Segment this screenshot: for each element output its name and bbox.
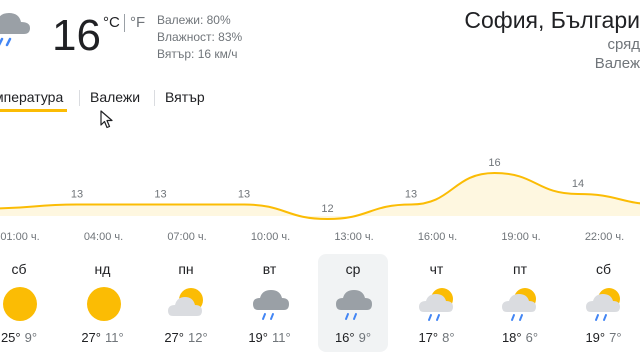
precipitation-detail: Валежи: 80% — [157, 13, 231, 27]
location-title: София, Българи — [464, 7, 640, 33]
forecast-day[interactable]: сб 25° 9° — [0, 254, 54, 352]
forecast-day[interactable]: вт 19° 11° — [235, 254, 305, 352]
partly-cloudy-icon — [167, 284, 207, 324]
sun-rain-cloud-icon — [585, 284, 625, 324]
temperature-area — [0, 173, 640, 219]
sunny-icon — [84, 284, 124, 324]
day-name: нд — [94, 261, 111, 277]
day-temperatures: 19° 11° — [235, 330, 305, 346]
selected-tab-indicator — [0, 109, 67, 112]
current-weather-icon — [0, 4, 40, 54]
high-temperature: 27° — [81, 330, 101, 345]
day-name: сб — [595, 261, 612, 277]
day-temperatures: 16° 9° — [318, 330, 388, 346]
temperature-data-label: 14 — [572, 178, 584, 190]
tab-divider — [79, 90, 80, 106]
day-name: вт — [262, 261, 277, 277]
rain-cloud-icon — [251, 284, 291, 324]
high-temperature: 18° — [501, 330, 522, 345]
hour-label: 01:00 ч. — [0, 231, 40, 243]
low-temperature: 9° — [358, 330, 372, 345]
day-temperatures: 17° 8° — [402, 330, 472, 346]
hour-label: 22:00 ч. — [584, 231, 625, 243]
current-day: сряд — [607, 36, 640, 53]
day-name: пн — [178, 261, 194, 277]
hour-label: 19:00 ч. — [501, 231, 541, 243]
tab-divider — [154, 90, 155, 106]
forecast-day[interactable]: пт 18° 6° — [485, 254, 555, 352]
day-temperatures: 19° 7° — [569, 330, 639, 346]
day-temperatures: 25° 9° — [0, 330, 54, 346]
temperature-data-label: 13 — [405, 189, 417, 201]
forecast-day[interactable]: сб 19° 7° — [569, 254, 639, 352]
high-temperature: 25° — [0, 330, 21, 345]
forecast-day[interactable]: пн 27° 12° — [151, 254, 221, 352]
high-temperature: 16° — [334, 330, 355, 345]
day-name: пт — [513, 261, 527, 277]
sun-rain-cloud-icon — [501, 284, 541, 324]
low-temperature: 8° — [442, 330, 455, 345]
hour-label: 10:00 ч. — [250, 231, 291, 243]
current-temperature: 16 — [52, 11, 101, 60]
sunny-icon — [0, 284, 40, 324]
day-temperatures: 18° 6° — [485, 330, 555, 346]
tab-temperature[interactable]: мпература — [0, 88, 63, 106]
day-name: сб — [11, 261, 27, 277]
low-temperature: 12° — [188, 330, 208, 345]
wind-detail: Вятър: 16 км/ч — [157, 47, 238, 61]
high-temperature: 19° — [248, 330, 268, 345]
low-temperature: 11° — [104, 330, 124, 345]
temperature-data-label: 13 — [238, 189, 250, 201]
forecast-day[interactable]: нд 27° 11° — [68, 254, 138, 352]
forecast-day[interactable]: чт 17° 8° — [402, 254, 472, 352]
low-temperature: 11° — [271, 330, 291, 345]
hour-label: 04:00 ч. — [83, 231, 124, 243]
high-temperature: 27° — [164, 330, 184, 345]
temperature-data-label: 13 — [154, 189, 166, 201]
celsius-unit-toggle[interactable]: °C — [103, 14, 120, 32]
day-temperatures: 27° 11° — [68, 330, 138, 346]
low-temperature: 7° — [609, 330, 622, 345]
sun-rain-cloud-icon — [418, 284, 458, 324]
tab-precipitation[interactable]: Валежи — [90, 88, 140, 106]
forecast-day[interactable]: ср 16° 9° — [318, 254, 388, 352]
hour-label: 07:00 ч. — [167, 231, 207, 243]
day-temperatures: 27° 12° — [151, 330, 221, 346]
high-temperature: 19° — [585, 330, 606, 345]
tab-wind[interactable]: Вятър — [165, 88, 205, 106]
day-name: чт — [429, 261, 444, 277]
low-temperature: 6° — [525, 330, 539, 345]
rain-cloud-icon — [334, 284, 374, 324]
humidity-detail: Влажност: 83% — [157, 30, 243, 44]
hour-label: 13:00 ч. — [334, 231, 374, 243]
temperature-chart: 1313131213161413 — [0, 157, 640, 221]
high-temperature: 17° — [418, 330, 439, 345]
day-name: ср — [345, 261, 361, 277]
unit-divider — [124, 14, 125, 32]
mouse-pointer-icon — [100, 110, 114, 130]
current-condition: Валеж — [594, 55, 640, 72]
low-temperature: 9° — [24, 330, 38, 345]
fahrenheit-unit-toggle[interactable]: °F — [130, 14, 145, 32]
temperature-data-label: 16 — [488, 157, 500, 169]
temperature-data-label: 12 — [321, 203, 333, 215]
temperature-data-label: 13 — [71, 189, 83, 201]
hour-label: 16:00 ч. — [417, 231, 458, 243]
